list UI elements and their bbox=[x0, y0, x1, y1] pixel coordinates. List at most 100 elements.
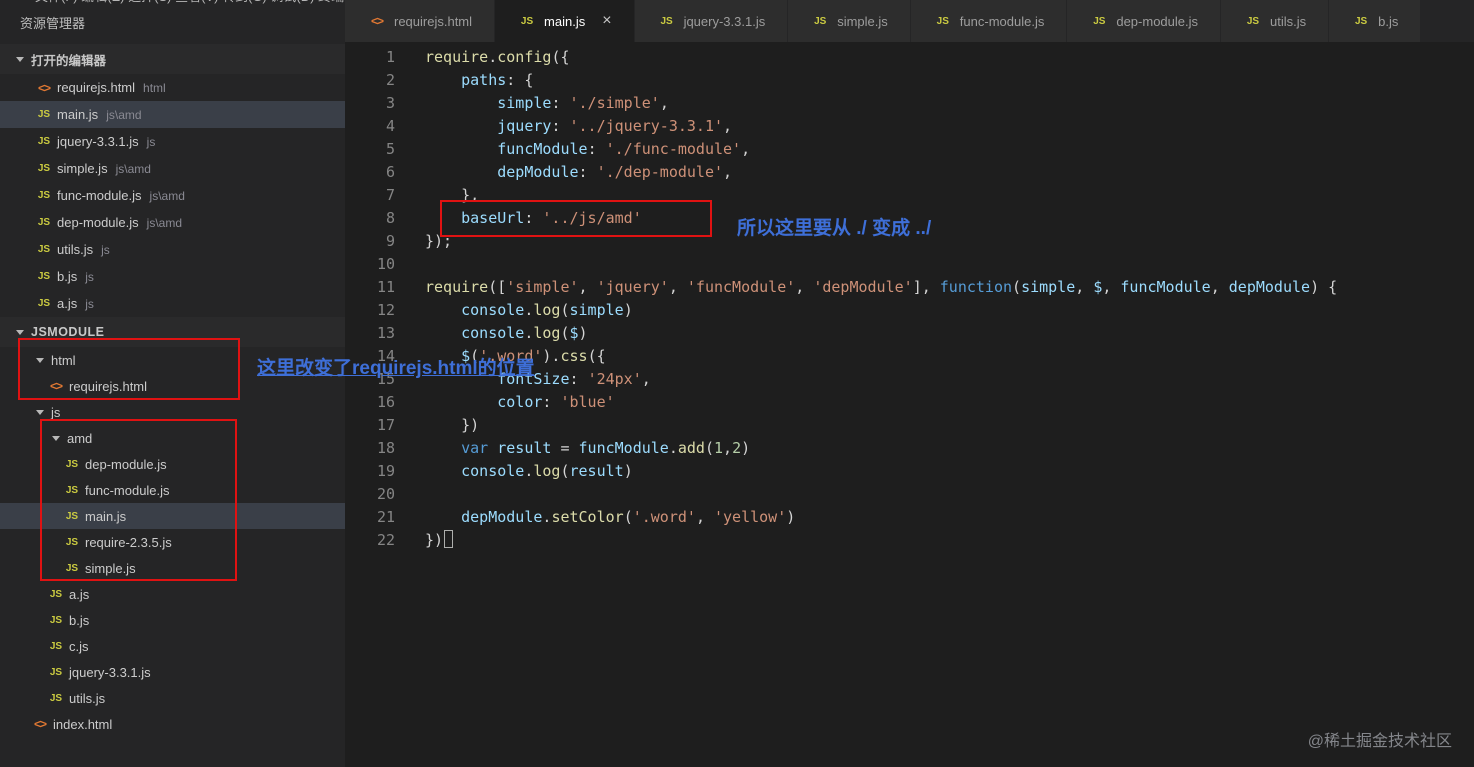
section-expanded-icon[interactable] bbox=[16, 56, 24, 62]
js-file-icon: JS bbox=[37, 271, 51, 282]
code-line-20[interactable]: 20 bbox=[345, 483, 1474, 506]
explorer-title: 资源管理器 bbox=[20, 16, 86, 31]
code-line-21[interactable]: 21 depModule.setColor('.word', 'yellow') bbox=[345, 506, 1474, 529]
file-path-badge: js bbox=[85, 269, 94, 284]
section-expanded-icon[interactable] bbox=[16, 329, 24, 335]
tab-dep-module.js[interactable]: JS dep-module.js bbox=[1067, 0, 1221, 42]
code-line-1[interactable]: 1 require.config({ bbox=[345, 46, 1474, 69]
code-text: }) bbox=[395, 529, 454, 552]
code-line-6[interactable]: 6 depModule: './dep-module', bbox=[345, 161, 1474, 184]
js-file-icon: JS bbox=[49, 640, 63, 652]
folder-expanded-icon[interactable] bbox=[36, 357, 44, 363]
code-line-12[interactable]: 12 console.log(simple) bbox=[345, 299, 1474, 322]
file-path-badge: js\amd bbox=[146, 215, 182, 230]
tab-jquery-3.3.1.js[interactable]: JS jquery-3.3.1.js bbox=[634, 0, 789, 42]
code-line-10[interactable]: 10 bbox=[345, 253, 1474, 276]
line-number: 5 bbox=[385, 140, 395, 158]
tree-item-amd[interactable]: amd bbox=[0, 425, 345, 451]
code-line-7[interactable]: 7 }, bbox=[345, 184, 1474, 207]
tab-b.js[interactable]: JS b.js bbox=[1329, 0, 1422, 42]
file-name: amd bbox=[67, 430, 93, 446]
tree-item-require-2.3.5.js[interactable]: JS require-2.3.5.js bbox=[0, 529, 345, 555]
menubar-items: 文件(F) 编辑(E) 选择(S) 查看(V) 转到(G) 调试(D) 终端(T… bbox=[0, 0, 345, 5]
js-file-icon: JS bbox=[65, 458, 79, 470]
file-name: func-module.js bbox=[57, 188, 142, 203]
code-text: funcModule: './func-module', bbox=[497, 140, 751, 158]
code-line-19[interactable]: 19 console.log(result) bbox=[345, 460, 1474, 483]
tree-item-a.js[interactable]: JS a.js bbox=[0, 581, 345, 607]
js-file-icon: JS bbox=[660, 15, 673, 27]
tree-item-func-module.js[interactable]: JS func-module.js bbox=[0, 477, 345, 503]
tab-utils.js[interactable]: JS utils.js bbox=[1221, 0, 1330, 42]
code-line-13[interactable]: 13 console.log($) bbox=[345, 322, 1474, 345]
tree-item-b.js[interactable]: JS b.js bbox=[0, 607, 345, 633]
js-file-icon: JS bbox=[49, 666, 63, 678]
file-name: b.js bbox=[69, 612, 90, 628]
line-number: 10 bbox=[376, 255, 395, 273]
code-editor[interactable]: 1 require.config({2 paths: {3 simple: './… bbox=[345, 42, 1474, 767]
code-line-11[interactable]: 11 require(['simple', 'jquery', 'funcModu… bbox=[345, 276, 1474, 299]
code-line-16[interactable]: 16 color: 'blue' bbox=[345, 391, 1474, 414]
folder-expanded-icon[interactable] bbox=[36, 409, 44, 415]
open-editor-item-main.js[interactable]: JS main.js js\amd bbox=[0, 101, 345, 128]
open-editors-header[interactable]: 打开的编辑器 bbox=[0, 44, 345, 74]
file-path-badge: js bbox=[146, 134, 156, 149]
open-editor-item-func-module.js[interactable]: JS func-module.js js\amd bbox=[0, 182, 345, 209]
tab-func-module.js[interactable]: JS func-module.js bbox=[910, 0, 1068, 42]
file-name: utils.js bbox=[69, 690, 106, 706]
code-line-5[interactable]: 5 funcModule: './func-module', bbox=[345, 138, 1474, 161]
tree-item-dep-module.js[interactable]: JS dep-module.js bbox=[0, 451, 345, 477]
file-name: dep-module.js bbox=[85, 456, 167, 472]
tree-item-simple.js[interactable]: JS simple.js bbox=[0, 555, 345, 581]
open-editor-item-b.js[interactable]: JS b.js js bbox=[0, 263, 345, 290]
tab-simple.js[interactable]: JS simple.js bbox=[788, 0, 911, 42]
file-path-badge: js\amd bbox=[106, 107, 142, 122]
file-name: utils.js bbox=[57, 242, 94, 257]
tree-item-jquery-3.3.1.js[interactable]: JS jquery-3.3.1.js bbox=[0, 659, 345, 685]
code-line-17[interactable]: 17 }) bbox=[345, 414, 1474, 437]
tree-item-main.js[interactable]: JS main.js bbox=[0, 503, 345, 529]
open-editor-item-jquery-3.3.1.js[interactable]: JS jquery-3.3.1.js js bbox=[0, 128, 345, 155]
line-number: 8 bbox=[385, 209, 395, 227]
open-editor-item-simple.js[interactable]: JS simple.js js\amd bbox=[0, 155, 345, 182]
js-file-icon: JS bbox=[814, 15, 827, 27]
code-line-18[interactable]: 18 var result = funcModule.add(1,2) bbox=[345, 437, 1474, 460]
open-editor-item-a.js[interactable]: JS a.js js bbox=[0, 290, 345, 317]
close-icon[interactable]: × bbox=[602, 13, 611, 29]
file-name: a.js bbox=[69, 586, 90, 602]
code-line-3[interactable]: 3 simple: './simple', bbox=[345, 92, 1474, 115]
tree-item-utils.js[interactable]: JS utils.js bbox=[0, 685, 345, 711]
tab-main.js[interactable]: JS main.js × bbox=[495, 0, 635, 42]
menubar-clipped: 文件(F) 编辑(E) 选择(S) 查看(V) 转到(G) 调试(D) 终端(T… bbox=[0, 0, 345, 7]
file-name: require-2.3.5.js bbox=[85, 534, 172, 550]
js-file-icon: JS bbox=[65, 536, 79, 548]
line-number: 12 bbox=[376, 301, 395, 319]
js-file-icon: JS bbox=[49, 588, 63, 600]
code-line-2[interactable]: 2 paths: { bbox=[345, 69, 1474, 92]
code-text: paths: { bbox=[461, 71, 534, 89]
file-path-badge: js\amd bbox=[115, 161, 151, 176]
html-file-icon: <> bbox=[370, 14, 384, 28]
js-file-icon: JS bbox=[1093, 15, 1106, 27]
tab-label: jquery-3.3.1.js bbox=[683, 13, 766, 29]
file-tree: html <> requirejs.html js amd JS dep-module.js… bbox=[0, 347, 345, 737]
js-file-icon: JS bbox=[37, 217, 51, 228]
project-root-header[interactable]: JSMODULE bbox=[0, 317, 345, 347]
tree-item-js[interactable]: js bbox=[0, 399, 345, 425]
code-line-22[interactable]: 22}) bbox=[345, 529, 1474, 552]
js-file-icon: JS bbox=[520, 15, 534, 27]
code-line-4[interactable]: 4 jquery: '../jquery-3.3.1', bbox=[345, 115, 1474, 138]
tab-requirejs.html[interactable]: <> requirejs.html bbox=[345, 0, 496, 42]
tree-item-index.html[interactable]: <> index.html bbox=[0, 711, 345, 737]
open-editor-item-dep-module.js[interactable]: JS dep-module.js js\amd bbox=[0, 209, 345, 236]
tree-item-c.js[interactable]: JS c.js bbox=[0, 633, 345, 659]
js-file-icon: JS bbox=[37, 109, 51, 120]
folder-expanded-icon[interactable] bbox=[52, 435, 60, 441]
js-file-icon: JS bbox=[49, 614, 63, 626]
open-editor-item-utils.js[interactable]: JS utils.js js bbox=[0, 236, 345, 263]
js-file-icon: JS bbox=[37, 244, 51, 255]
open-editor-item-requirejs.html[interactable]: <> requirejs.html html bbox=[0, 74, 345, 101]
file-path-badge: js bbox=[101, 242, 110, 257]
annotation-position-note: 这里改变了requirejs.html的位置 bbox=[257, 358, 535, 379]
code-text: }); bbox=[425, 232, 453, 250]
